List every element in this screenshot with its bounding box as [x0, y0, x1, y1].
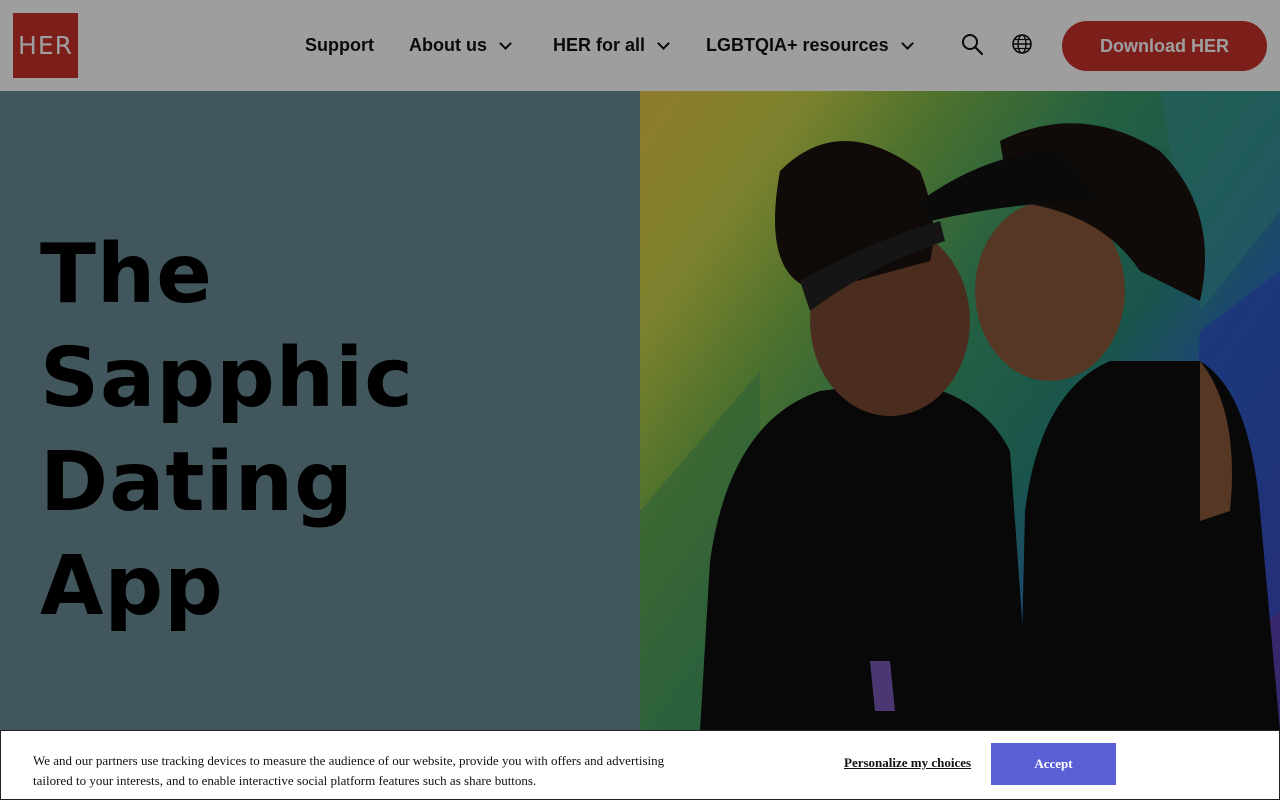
cookie-text: We and our partners use tracking devices…: [33, 753, 665, 788]
hero-panel: The Sapphic Dating App: [0, 91, 640, 731]
nav-lgbtqia-label: LGBTQIA+ resources: [706, 35, 889, 55]
hero-title-line: Dating: [40, 435, 354, 530]
nav-her-for-all-label: HER for all: [553, 35, 646, 55]
hero-title: The Sapphic Dating App: [40, 223, 600, 639]
nav-about-us[interactable]: About us: [409, 35, 512, 56]
hero-image: [640, 91, 1280, 731]
personalize-choices-link[interactable]: Personalize my choices: [844, 755, 971, 771]
download-her-button[interactable]: Download HER: [1062, 21, 1267, 71]
cookie-banner: We and our partners use tracking devices…: [0, 730, 1280, 800]
accept-button[interactable]: Accept: [991, 743, 1116, 785]
nav-lgbtqia-resources[interactable]: LGBTQIA+ resources: [706, 35, 914, 56]
hero-photo: [640, 91, 1280, 731]
nav-support[interactable]: Support: [305, 35, 374, 56]
hero-title-line: Sapphic: [40, 331, 414, 426]
chevron-down-icon: [900, 36, 914, 50]
her-logo[interactable]: HER: [13, 13, 78, 78]
nav-her-for-all[interactable]: HER for all: [553, 35, 670, 56]
main-nav: Support About us HER for all LGBTQIA+ re…: [305, 0, 942, 91]
chevron-down-icon: [657, 36, 670, 50]
search-icon[interactable]: [961, 33, 984, 56]
nav-about-label: About us: [409, 35, 487, 55]
nav-support-label: Support: [305, 35, 374, 55]
hero-title-line: App: [40, 539, 224, 634]
chevron-down-icon: [499, 36, 512, 50]
globe-icon[interactable]: [1011, 33, 1033, 55]
site-header: HER Support About us HER for all LGBTQIA…: [0, 0, 1280, 91]
hero-title-line: The: [40, 227, 213, 322]
